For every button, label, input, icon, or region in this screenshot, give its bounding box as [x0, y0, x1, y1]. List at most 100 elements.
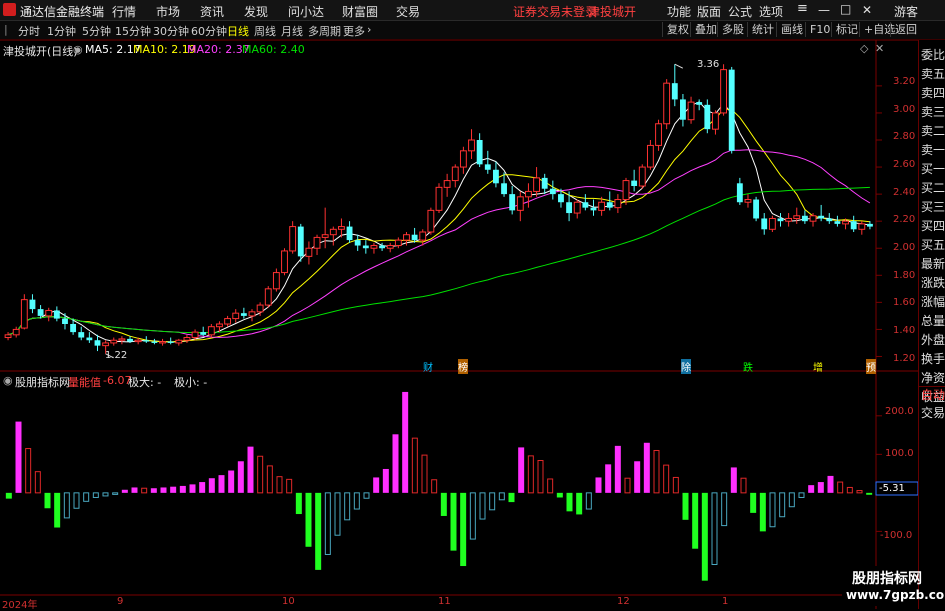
- draw-line-button[interactable]: 画线: [776, 22, 803, 37]
- indicator-bar: [692, 492, 699, 549]
- tab-period-monthly[interactable]: 月线: [281, 23, 303, 39]
- panel-item-ask2[interactable]: 卖二: [921, 122, 945, 139]
- statistics-button[interactable]: 统计: [747, 22, 774, 37]
- back-button[interactable]: 返回: [890, 22, 917, 37]
- panel-item-bid5[interactable]: 买五: [921, 236, 945, 253]
- candle-body: [646, 144, 654, 168]
- indicator-bar: [295, 492, 302, 515]
- event-tag-rank[interactable]: 榜: [458, 359, 468, 374]
- panel-item-volume[interactable]: 总量: [921, 312, 945, 329]
- indicator-settings-icon[interactable]: ◉: [3, 374, 13, 387]
- panel-item-bid3[interactable]: 买三: [921, 198, 945, 215]
- panel-item-outer-volume[interactable]: 外盘: [921, 331, 945, 348]
- chevron-right-icon[interactable]: ›: [367, 23, 371, 36]
- date-tick: 1: [722, 596, 729, 607]
- high-marker-line: [674, 63, 684, 69]
- candle-body: [842, 220, 849, 225]
- candle-body: [761, 218, 768, 230]
- multi-stock-button[interactable]: 多股: [717, 22, 744, 37]
- menu-item-options[interactable]: 选项: [759, 3, 783, 20]
- chart-settings-icon[interactable]: ◉: [73, 43, 83, 56]
- panel-item-bid2[interactable]: 买二: [921, 179, 945, 196]
- menu-item-formula[interactable]: 公式: [728, 3, 752, 20]
- indicator-bar: [199, 482, 206, 493]
- candle-body: [370, 245, 378, 249]
- event-tag-fall[interactable]: 跌: [743, 359, 753, 374]
- candle-body: [606, 202, 613, 208]
- event-tag-finance[interactable]: 财: [423, 359, 433, 374]
- app-logo-icon: [3, 3, 16, 16]
- panel-item-latest[interactable]: 最新: [921, 255, 945, 272]
- indicator-bar: [518, 447, 525, 493]
- adjust-button[interactable]: 复权: [662, 22, 689, 37]
- panel-item-ask4[interactable]: 卖四: [921, 84, 945, 101]
- panel-item-ask5[interactable]: 卖五: [921, 65, 945, 82]
- panel-item-change[interactable]: 涨跌: [921, 274, 945, 291]
- panel-item-net-assets[interactable]: 净资: [921, 369, 945, 386]
- menu-item-market[interactable]: 市场: [156, 3, 180, 20]
- trade-login-notice[interactable]: 证券交易未登录: [513, 3, 597, 20]
- candle-body: [86, 337, 93, 341]
- menu-item-wealth-circle[interactable]: 财富圈: [342, 3, 378, 20]
- menu-icon[interactable]: ≡: [797, 1, 808, 16]
- menu-item-news[interactable]: 资讯: [200, 3, 224, 20]
- event-tag-forecast[interactable]: 预: [866, 359, 876, 374]
- menu-item-ask-xiaoda[interactable]: 问小达: [288, 3, 324, 20]
- indicator-bar: [83, 492, 90, 502]
- candle-body: [427, 209, 435, 233]
- indicator-min: 极小: -: [174, 376, 208, 389]
- candle-body: [37, 309, 44, 316]
- indicator-bar: [566, 492, 573, 512]
- menu-item-layout[interactable]: 版面: [697, 3, 721, 20]
- panel-item-ask3[interactable]: 卖三: [921, 103, 945, 120]
- panel-item-turnover[interactable]: 换手: [921, 350, 945, 367]
- menu-item-trade[interactable]: 交易: [396, 3, 420, 20]
- close-icon[interactable]: ✕: [862, 3, 872, 17]
- panel-item-bid4[interactable]: 买四: [921, 217, 945, 234]
- menu-item-quotes[interactable]: 行情: [112, 3, 136, 20]
- menu-item-discover[interactable]: 发现: [244, 3, 268, 20]
- candle-body: [12, 328, 20, 336]
- indicator-bar: [131, 487, 138, 493]
- panel-item-change-pct[interactable]: 涨幅: [921, 293, 945, 310]
- panel-item-ask1[interactable]: 卖一: [921, 141, 945, 158]
- guest-button[interactable]: 游客: [894, 3, 918, 20]
- tab-period-60min[interactable]: 60分钟: [191, 23, 227, 39]
- panel-item-order-ratio[interactable]: 委比: [921, 46, 945, 63]
- minimize-icon[interactable]: —: [818, 3, 830, 17]
- tab-period-5min[interactable]: 5分钟: [82, 23, 111, 39]
- f10-button[interactable]: F10: [805, 22, 830, 37]
- kline-chart[interactable]: [0, 40, 918, 609]
- candle-body: [549, 188, 556, 195]
- tab-period-more[interactable]: 更多: [343, 23, 365, 39]
- panel-auto-button[interactable]: 自动: [921, 386, 945, 403]
- chart-close-icon[interactable]: ✕: [875, 42, 884, 55]
- maximize-icon[interactable]: □: [840, 2, 851, 16]
- event-tag-exdividend[interactable]: 除: [681, 359, 691, 374]
- candle-body: [411, 234, 418, 241]
- overlay-button[interactable]: 叠加: [690, 22, 717, 37]
- price-tick: 1.20: [893, 353, 916, 364]
- mark-button[interactable]: 标记: [831, 22, 858, 37]
- tab-period-daily[interactable]: 日线: [227, 23, 249, 39]
- panel-item-bid1[interactable]: 买一: [921, 160, 945, 177]
- tab-period-15min[interactable]: 15分钟: [115, 23, 151, 39]
- candle-body: [858, 223, 866, 230]
- tab-period-intraday[interactable]: 分时: [18, 23, 40, 39]
- indicator-bar: [247, 446, 254, 493]
- candle-body: [850, 221, 857, 230]
- high-price-label: 3.36: [697, 59, 720, 70]
- pin-icon[interactable]: ◇: [860, 42, 868, 55]
- candle-body: [712, 112, 719, 130]
- panel-trade-button[interactable]: 交易: [921, 404, 945, 421]
- menu-item-function[interactable]: 功能: [667, 3, 691, 20]
- candle-body: [525, 190, 532, 198]
- tab-period-multi[interactable]: 多周期: [308, 23, 341, 39]
- indicator-bar: [363, 492, 370, 499]
- event-tag-increase[interactable]: 增: [813, 359, 823, 374]
- tab-period-30min[interactable]: 30分钟: [153, 23, 189, 39]
- indicator-bar: [537, 459, 544, 494]
- tab-period-1min[interactable]: 1分钟: [47, 23, 76, 39]
- indicator-tick: 100.0: [885, 448, 914, 459]
- tab-period-weekly[interactable]: 周线: [254, 23, 276, 39]
